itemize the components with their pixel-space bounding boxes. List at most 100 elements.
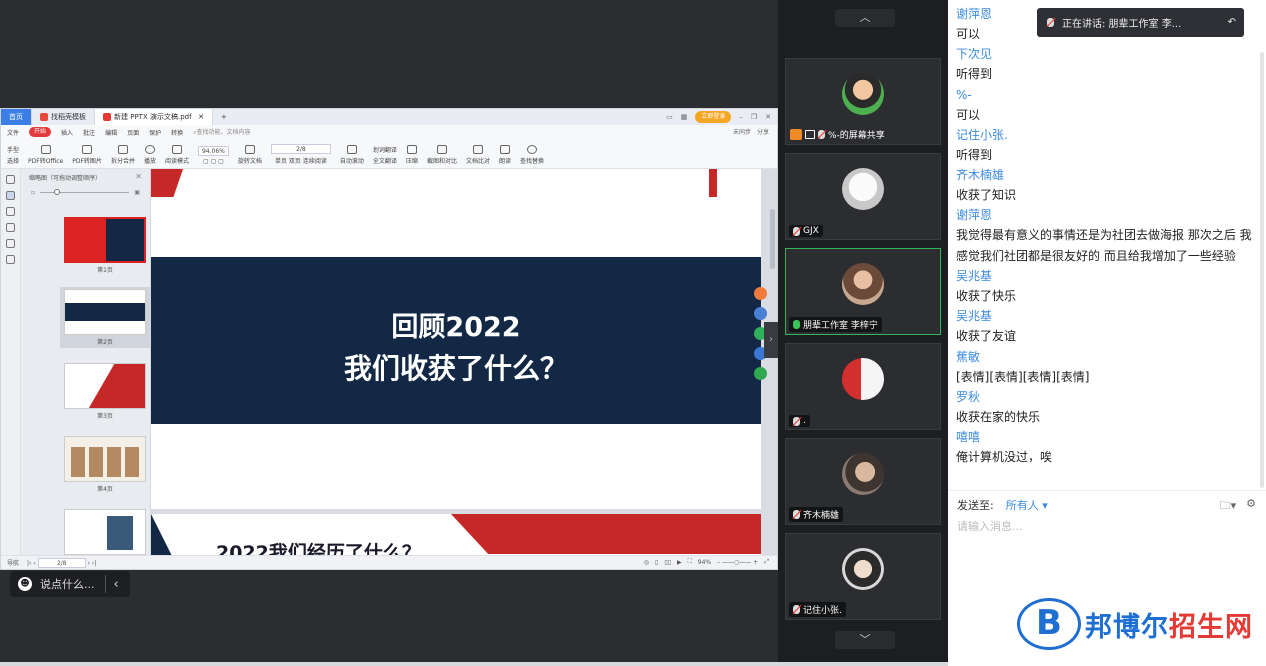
- settings-icon[interactable]: ⚙: [1246, 497, 1256, 516]
- zoom-percent[interactable]: 94%: [698, 559, 711, 566]
- thumbnail-page-2[interactable]: 第2页: [60, 287, 150, 348]
- minimize-icon[interactable]: –: [739, 113, 743, 121]
- find-replace-button[interactable]: 查找替换: [520, 145, 544, 165]
- chat-sender-name[interactable]: 谢萍恩: [956, 205, 1260, 225]
- undo-icon[interactable]: ↶: [1228, 17, 1236, 28]
- tab-home[interactable]: 首页: [1, 109, 32, 125]
- signature-icon[interactable]: [6, 239, 15, 248]
- window-close-icon[interactable]: ✕: [765, 113, 771, 121]
- menu-file[interactable]: 文件: [7, 128, 19, 137]
- chat-sender-name[interactable]: 记住小张.: [956, 125, 1260, 145]
- menu-edit[interactable]: 编辑: [105, 128, 117, 137]
- page-control[interactable]: 2/8 单页 双页 连续阅读: [270, 144, 331, 165]
- participant-tile[interactable]: 记住小张.: [785, 533, 941, 620]
- chat-sender-name[interactable]: 下次见: [956, 44, 1260, 64]
- comment-icon[interactable]: [6, 207, 15, 216]
- edit-float-icon[interactable]: [754, 307, 767, 320]
- thumbnail-page-5[interactable]: [60, 509, 150, 555]
- split-merge-button[interactable]: 拆分合并: [111, 145, 135, 165]
- sync-status[interactable]: 未同步: [733, 127, 751, 136]
- thumbnail-close-icon[interactable]: ✕: [135, 172, 142, 181]
- close-icon[interactable]: ✕: [198, 109, 204, 125]
- page-nav[interactable]: |‹ ‹ 2/8 › ›|: [27, 557, 96, 568]
- pdf-to-office-button[interactable]: PDF转Office: [28, 145, 63, 165]
- nav-toggle[interactable]: 导航: [7, 558, 19, 567]
- participant-tile[interactable]: GJX: [785, 153, 941, 240]
- compare-button[interactable]: 文档比对: [466, 145, 490, 165]
- play-slide-icon[interactable]: ▶: [677, 559, 682, 566]
- zoom-slider[interactable]: – ——○—— +: [717, 559, 758, 566]
- thumbnail-page-4[interactable]: 第4页: [60, 436, 150, 493]
- slider-handle[interactable]: [54, 188, 61, 195]
- scroll-up-button[interactable]: ︿: [835, 9, 895, 27]
- folder-icon[interactable]: 🗀▾: [1220, 497, 1237, 516]
- thumbnail-size-slider[interactable]: ▫ ▣: [21, 186, 150, 198]
- menu-comment[interactable]: 批注: [83, 128, 95, 137]
- participant-tile[interactable]: %-的屏幕共享: [785, 58, 941, 145]
- full-translate-label[interactable]: 全文翻译: [373, 156, 397, 165]
- menu-page[interactable]: 页面: [127, 128, 139, 137]
- chevron-left-icon[interactable]: ‹: [114, 577, 119, 592]
- tab-document[interactable]: 新建 PPTX 演示文稿.pdf ✕: [95, 109, 213, 125]
- chat-sender-name[interactable]: 齐木楠雄: [956, 165, 1260, 185]
- chat-sender-name[interactable]: 罗秋: [956, 387, 1260, 407]
- read-aloud-button[interactable]: 朗读: [499, 145, 511, 165]
- pdf-to-image-button[interactable]: PDF转图片: [72, 145, 102, 165]
- emoji-icon[interactable]: ☻: [18, 577, 32, 591]
- login-button[interactable]: 立即登录: [695, 111, 732, 123]
- layers-icon[interactable]: [6, 255, 15, 264]
- hand-tool[interactable]: 手型 选择: [7, 145, 19, 165]
- bookmark-icon[interactable]: [6, 175, 15, 184]
- fit-icon[interactable]: ⛶: [688, 558, 692, 566]
- menu-convert[interactable]: 转换: [171, 128, 183, 137]
- rotate-button[interactable]: 旋转文档: [238, 145, 262, 165]
- attachment-icon[interactable]: [6, 223, 15, 232]
- chat-sender-name[interactable]: 吴兆基: [956, 306, 1260, 326]
- excel-float-icon[interactable]: [754, 367, 767, 380]
- zoom-control[interactable]: 94.06% ▢ ▢ ▢: [197, 146, 229, 165]
- participant-tile[interactable]: .: [785, 343, 941, 430]
- thumbnail-page-3[interactable]: 第3页: [60, 363, 150, 420]
- avatar-float-icon[interactable]: [754, 287, 767, 300]
- restore-icon[interactable]: ❐: [751, 113, 757, 121]
- document-scrollbar[interactable]: [770, 209, 775, 269]
- eye-icon[interactable]: ◎: [644, 559, 649, 566]
- select-tool-label[interactable]: 选择: [7, 156, 19, 165]
- chat-sender-name[interactable]: 蕉敏: [956, 347, 1260, 367]
- chat-sender-name[interactable]: 吴兆基: [956, 266, 1260, 286]
- collapse-panel-button[interactable]: ›: [764, 322, 778, 358]
- double-page-label[interactable]: 双页: [289, 158, 301, 165]
- message-input[interactable]: 请输入消息...: [957, 518, 1023, 534]
- participant-tile[interactable]: 齐木楠雄: [785, 438, 941, 525]
- menu-insert[interactable]: 插入: [61, 128, 73, 137]
- menu-protect[interactable]: 保护: [149, 128, 161, 137]
- thumbnail-icon[interactable]: [6, 191, 15, 200]
- layout-icon[interactable]: ▭: [666, 113, 673, 121]
- tab-template[interactable]: 找稻壳模板: [32, 109, 95, 125]
- zoom-value[interactable]: 94.06%: [197, 146, 229, 156]
- thumbnail-page-1[interactable]: 第1页: [60, 217, 150, 274]
- double-view-icon[interactable]: ▯▯: [664, 559, 671, 566]
- continuous-label[interactable]: 连续阅读: [303, 158, 327, 165]
- comment-input-bar[interactable]: ☻ 说点什么... ‹: [10, 571, 130, 597]
- compress-button[interactable]: 压缩: [406, 145, 418, 165]
- translate-button[interactable]: 划词翻译 全文翻译: [373, 145, 397, 165]
- menu-start[interactable]: 开始: [29, 127, 52, 137]
- fullscreen-icon[interactable]: ⤢: [764, 558, 769, 566]
- read-mode-button[interactable]: 阅读模式: [165, 145, 189, 165]
- crop-button[interactable]: 截图和对比: [427, 145, 457, 165]
- single-page-label[interactable]: 单页: [275, 158, 287, 165]
- add-tab-button[interactable]: +: [213, 109, 235, 125]
- auto-scroll-button[interactable]: 自动滚动: [340, 145, 364, 165]
- chat-sender-name[interactable]: 嘻嘻: [956, 427, 1260, 447]
- grid-icon[interactable]: ▦: [681, 113, 688, 121]
- participant-tile-active-speaker[interactable]: 朋辈工作室 李梓宁: [785, 248, 941, 335]
- slider-track[interactable]: [40, 188, 130, 195]
- scroll-down-button[interactable]: ﹀: [835, 631, 895, 649]
- share-button[interactable]: 分享: [757, 127, 769, 136]
- chat-sender-name[interactable]: %-: [956, 85, 1260, 105]
- single-view-icon[interactable]: ▯: [655, 559, 658, 566]
- play-button[interactable]: 播放: [144, 145, 156, 165]
- status-page-input[interactable]: 2/8: [37, 557, 86, 568]
- recipient-dropdown[interactable]: 所有人 ▾: [1006, 497, 1048, 513]
